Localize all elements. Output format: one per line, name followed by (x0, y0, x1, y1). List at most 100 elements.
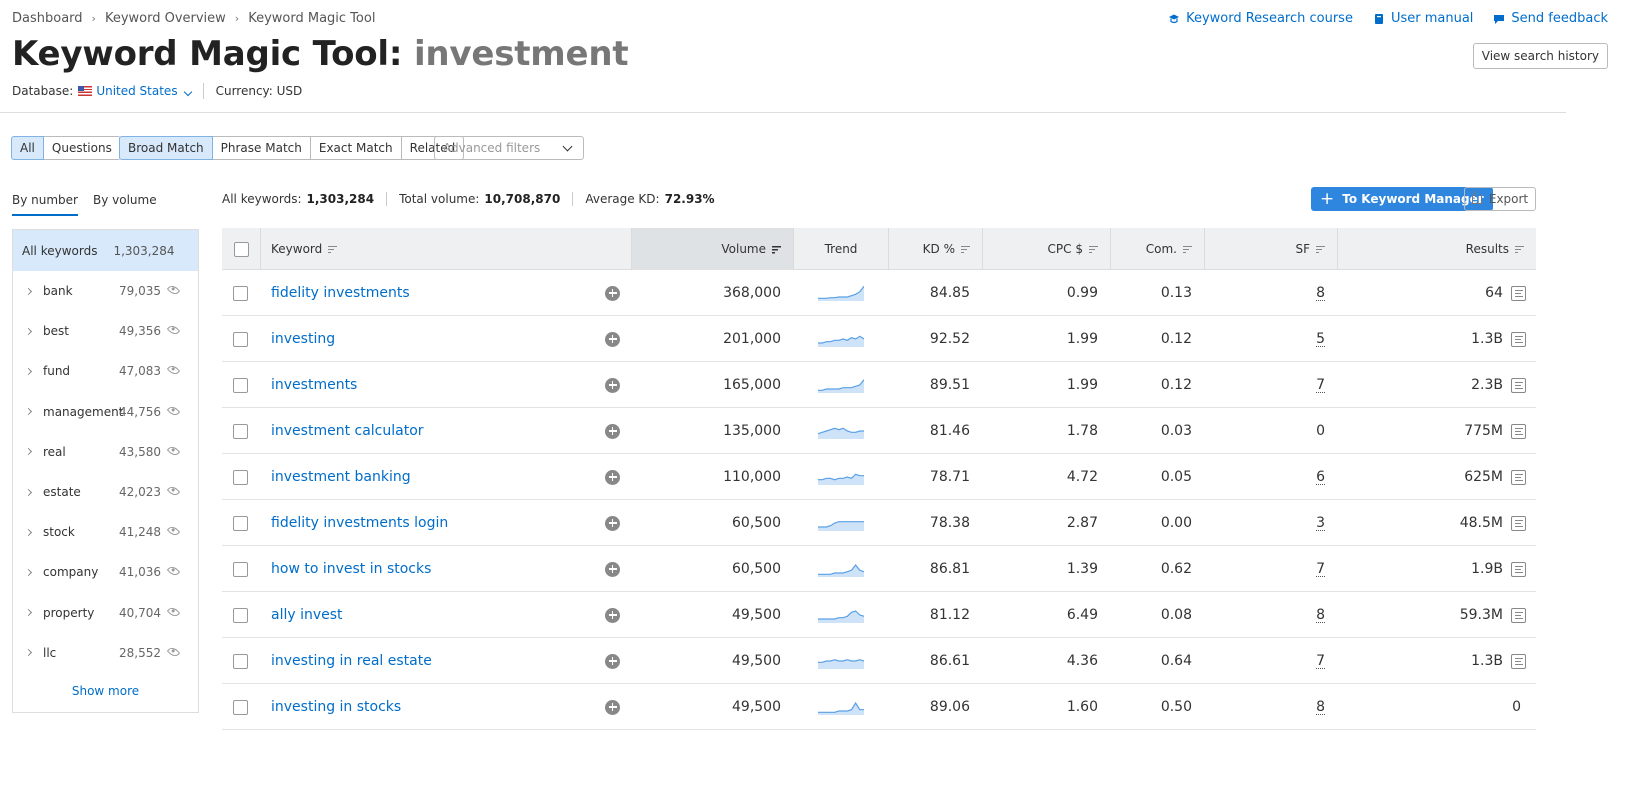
serp-icon[interactable] (1511, 331, 1526, 347)
sf-value[interactable]: 8 (1316, 700, 1325, 715)
eye-icon[interactable] (166, 283, 181, 297)
row-checkbox[interactable] (233, 607, 248, 623)
tab-by-volume[interactable]: By volume (93, 193, 157, 216)
serp-icon[interactable] (1511, 423, 1526, 439)
sidebar-item-estate[interactable]: estate 42,023 (13, 472, 198, 512)
send-feedback-link[interactable]: Send feedback (1493, 11, 1608, 26)
eye-icon[interactable] (166, 403, 181, 418)
keyword-link[interactable]: investment banking (271, 469, 411, 485)
sidebar-item-property[interactable]: property 40,704 (13, 593, 198, 633)
sidebar-item-bank[interactable]: bank 79,035 (13, 271, 198, 311)
eye-icon[interactable] (166, 604, 181, 619)
keyword-link[interactable]: investing in real estate (271, 653, 432, 669)
keyword-link[interactable]: how to invest in stocks (271, 561, 431, 577)
sidebar-item-fund[interactable]: fund 47,083 (13, 351, 198, 391)
serp-icon[interactable] (1511, 561, 1526, 577)
tab-by-number[interactable]: By number (12, 193, 78, 216)
eye-icon[interactable] (166, 323, 181, 337)
sidebar-item-real[interactable]: real 43,580 (13, 432, 198, 472)
results-cell: 1.9B (1337, 546, 1536, 592)
serp-icon[interactable] (1511, 285, 1526, 301)
add-circle-icon[interactable] (605, 699, 620, 715)
serp-icon[interactable] (1511, 377, 1526, 393)
header-volume[interactable]: Volume (631, 228, 793, 270)
serp-icon[interactable] (1511, 515, 1526, 531)
add-circle-icon[interactable] (605, 561, 620, 577)
database-select[interactable]: United States (96, 84, 192, 98)
breadcrumb-dashboard[interactable]: Dashboard (12, 11, 83, 26)
trend-sparkline (818, 701, 864, 715)
sf-value[interactable]: 6 (1316, 470, 1325, 485)
show-more-link[interactable]: Show more (13, 684, 198, 698)
serp-icon[interactable] (1511, 469, 1526, 485)
header-com[interactable]: Com. (1110, 228, 1204, 270)
serp-icon[interactable] (1511, 653, 1526, 669)
add-circle-icon[interactable] (605, 469, 620, 485)
eye-icon[interactable] (166, 484, 181, 498)
advanced-filters-dropdown[interactable]: Advanced filters (434, 136, 584, 160)
row-checkbox[interactable] (233, 699, 248, 715)
eye-icon[interactable] (166, 444, 181, 458)
table-body: fidelity investments 368,000 84.85 0.99 0.13… (222, 270, 1536, 730)
keyword-research-course-link[interactable]: Keyword Research course (1168, 11, 1353, 26)
row-checkbox[interactable] (233, 285, 248, 301)
sf-value[interactable]: 7 (1316, 378, 1325, 393)
sf-value[interactable]: 5 (1316, 332, 1325, 347)
sf-value[interactable]: 3 (1316, 516, 1325, 531)
tab-broad-match[interactable]: Broad Match (119, 136, 213, 160)
add-circle-icon[interactable] (605, 331, 620, 347)
tab-exact-match[interactable]: Exact Match (309, 136, 402, 160)
eye-icon[interactable] (166, 644, 181, 659)
sf-value[interactable]: 8 (1316, 286, 1325, 301)
header-sf[interactable]: SF (1204, 228, 1337, 270)
header-cpc[interactable]: CPC $ (982, 228, 1110, 270)
add-circle-icon[interactable] (605, 377, 620, 393)
view-search-history-button[interactable]: View search history (1472, 43, 1608, 69)
add-circle-icon[interactable] (605, 607, 620, 623)
row-checkbox[interactable] (233, 377, 248, 393)
page-title-prefix: Keyword Magic Tool: (12, 34, 403, 74)
sidebar-item-all-keywords[interactable]: All keywords 1,303,284 (13, 230, 198, 271)
add-circle-icon[interactable] (605, 653, 620, 669)
add-circle-icon[interactable] (605, 515, 620, 531)
tab-all[interactable]: All (11, 136, 44, 160)
keyword-link[interactable]: fidelity investments (271, 285, 410, 301)
keyword-link[interactable]: investing (271, 331, 335, 347)
eye-icon[interactable] (166, 564, 181, 579)
row-checkbox[interactable] (233, 653, 248, 669)
keyword-link[interactable]: investing in stocks (271, 699, 401, 715)
sidebar-item-stock[interactable]: stock 41,248 (13, 512, 198, 552)
sidebar-item-management[interactable]: management 44,756 (13, 392, 198, 432)
row-checkbox[interactable] (233, 561, 248, 577)
keyword-link[interactable]: investments (271, 377, 357, 393)
sidebar-item-best[interactable]: best 49,356 (13, 311, 198, 351)
add-circle-icon[interactable] (605, 423, 620, 439)
row-checkbox[interactable] (233, 515, 248, 531)
row-checkbox[interactable] (233, 469, 248, 485)
row-checkbox[interactable] (233, 331, 248, 347)
breadcrumb-keyword-overview[interactable]: Keyword Overview (105, 11, 226, 26)
user-manual-link[interactable]: User manual (1373, 11, 1473, 26)
keyword-link[interactable]: investment calculator (271, 423, 424, 439)
row-checkbox[interactable] (233, 423, 248, 439)
select-all-checkbox[interactable] (233, 241, 249, 257)
sidebar-item-llc[interactable]: llc 28,552 (13, 633, 198, 673)
sidebar-item-company[interactable]: company 41,036 (13, 552, 198, 592)
header-kd[interactable]: KD % (888, 228, 982, 270)
sidebar-item-count: 41,036 (119, 565, 161, 580)
export-button[interactable]: Export (1464, 187, 1536, 211)
sf-value[interactable]: 8 (1316, 608, 1325, 623)
sf-value[interactable]: 7 (1316, 654, 1325, 669)
serp-icon[interactable] (1511, 607, 1526, 623)
eye-icon[interactable] (166, 524, 181, 538)
keyword-link[interactable]: fidelity investments login (271, 515, 448, 531)
header-results[interactable]: Results (1337, 228, 1536, 270)
header-keyword[interactable]: Keyword (260, 228, 631, 270)
eye-icon[interactable] (166, 363, 181, 378)
tab-questions[interactable]: Questions (42, 136, 121, 160)
keyword-link[interactable]: ally invest (271, 607, 343, 623)
tab-phrase-match[interactable]: Phrase Match (211, 136, 311, 160)
results-cell: 2.3B (1337, 362, 1536, 408)
sf-value[interactable]: 7 (1316, 562, 1325, 577)
add-circle-icon[interactable] (605, 285, 620, 301)
